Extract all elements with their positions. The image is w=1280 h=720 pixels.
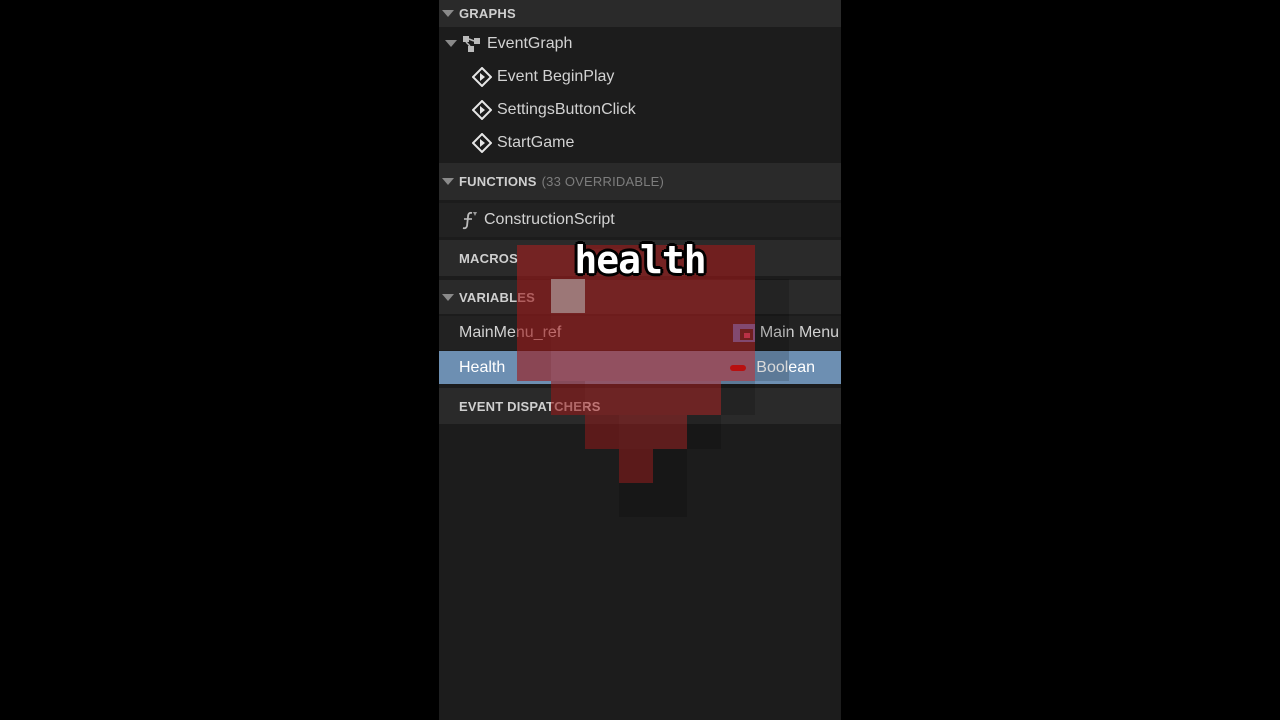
category-label: FUNCTIONS [459, 174, 537, 189]
category-functions[interactable]: FUNCTIONS (33 OVERRIDABLE) [439, 163, 841, 200]
graph-icon [462, 35, 482, 53]
event-diamond-icon [472, 99, 492, 120]
tree-item-event[interactable]: StartGame [439, 126, 841, 159]
my-blueprint-panel: GRAPHS EventGraph Event BeginPlay Settin… [439, 0, 841, 720]
function-icon [459, 210, 479, 230]
variable-name: Health [459, 358, 506, 376]
variable-row-selected[interactable]: Health Boolean [439, 351, 841, 384]
collapse-arrow-icon[interactable] [442, 10, 454, 17]
boolean-type-icon [730, 364, 747, 371]
category-variables[interactable]: VARIABLES [439, 280, 841, 314]
tree-item-function[interactable]: ConstructionScript [439, 203, 841, 237]
variable-row[interactable]: MainMenu_ref Main Menu [439, 316, 841, 350]
variable-name: MainMenu_ref [459, 324, 562, 341]
tree-item-label: StartGame [497, 133, 575, 151]
tree-item-label: ConstructionScript [484, 211, 615, 228]
tree-item-label: Event BeginPlay [497, 67, 615, 85]
category-label: GRAPHS [459, 6, 516, 21]
tree-item-event[interactable]: SettingsButtonClick [439, 93, 841, 126]
variable-type-label: Main Menu [759, 324, 839, 341]
tree-item-eventgraph[interactable]: EventGraph [439, 27, 841, 60]
category-label: VARIABLES [459, 289, 535, 305]
event-diamond-icon [472, 66, 492, 87]
tree-item-label: SettingsButtonClick [497, 100, 636, 118]
variable-type[interactable]: Main Menu [732, 324, 839, 342]
tree-item-label: EventGraph [487, 34, 573, 52]
collapse-arrow-icon[interactable] [442, 293, 454, 301]
video-caption: health [574, 238, 706, 282]
collapse-arrow-icon[interactable] [445, 40, 457, 47]
category-label: MACROS [459, 250, 518, 266]
tree-item-event[interactable]: Event BeginPlay [439, 60, 841, 93]
variable-type[interactable]: Boolean [730, 359, 815, 377]
widget-object-icon [732, 324, 755, 342]
variable-type-label: Boolean [756, 358, 815, 376]
category-label: EVENT DISPATCHERS [459, 398, 601, 414]
category-graphs[interactable]: GRAPHS [439, 0, 841, 27]
event-diamond-icon [472, 132, 492, 153]
overridable-count: (33 OVERRIDABLE) [541, 174, 665, 189]
category-event-dispatchers[interactable]: EVENT DISPATCHERS [439, 388, 841, 424]
collapse-arrow-icon[interactable] [442, 178, 454, 185]
